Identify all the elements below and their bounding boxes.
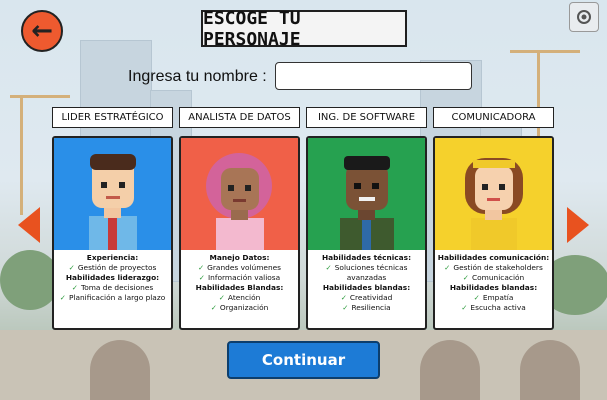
- character-portrait: [181, 138, 298, 250]
- check-icon: ✓: [342, 303, 349, 312]
- info-item: ✓ Creatividad: [308, 293, 425, 303]
- info-text: Habilidades blandas:: [449, 283, 538, 292]
- info-text: Comunicación: [471, 273, 525, 282]
- check-icon: ✓: [218, 293, 225, 302]
- info-heading: Habilidades técnicas:: [308, 253, 425, 263]
- info-text: Organización: [219, 303, 269, 312]
- settings-button[interactable]: [569, 2, 599, 32]
- role-tab-ingeniero[interactable]: ING. DE SOFTWARE: [306, 107, 427, 128]
- info-heading: Manejo Datos:: [181, 253, 298, 263]
- check-icon: ✓: [461, 303, 468, 312]
- info-text: Resiliencia: [351, 303, 391, 312]
- info-item: ✓ Comunicación: [435, 273, 552, 283]
- info-item: ✓ Empatía: [435, 293, 552, 303]
- info-item: ✓ Información valiosa: [181, 273, 298, 283]
- info-text: Habilidades blandas:: [322, 283, 411, 292]
- check-icon: ✓: [68, 263, 75, 272]
- role-tab-analista[interactable]: ANALISTA DE DATOS: [179, 107, 300, 128]
- check-icon: ✓: [59, 293, 66, 302]
- info-text: Gestión de stakeholders: [453, 263, 543, 272]
- character-info: Experiencia: ✓ Gestión de proyectos Habilid…: [54, 250, 171, 328]
- info-item: ✓ Planificación a largo plazo: [54, 293, 171, 303]
- info-heading: Experiencia:: [54, 253, 171, 263]
- info-text: Soluciones técnicas avanzadas: [334, 263, 408, 282]
- info-text: Manejo Datos:: [209, 253, 270, 262]
- info-text: Habilidades Blandas:: [195, 283, 284, 292]
- continue-button[interactable]: Continuar: [227, 341, 380, 379]
- info-text: Grandes volúmenes: [207, 263, 282, 272]
- character-card-ingeniero[interactable]: Habilidades técnicas: ✓ Soluciones técnica…: [306, 136, 427, 330]
- character-card-comunicadora[interactable]: Habilidades comunicación: ✓ Gestión de sta…: [433, 136, 554, 330]
- info-text: Planificación a largo plazo: [68, 293, 166, 302]
- character-card-analista[interactable]: Manejo Datos: ✓ Grandes volúmenes ✓ Informac…: [179, 136, 300, 330]
- character-card-lider[interactable]: Experiencia: ✓ Gestión de proyectos Habilid…: [52, 136, 173, 330]
- info-text: Experiencia:: [86, 253, 139, 262]
- info-heading: Habilidades blandas:: [435, 283, 552, 293]
- prev-character-button[interactable]: [18, 207, 40, 243]
- info-item: ✓ Resiliencia: [308, 303, 425, 313]
- info-item: ✓ Soluciones técnicas avanzadas: [308, 263, 425, 283]
- info-text: Escucha activa: [470, 303, 526, 312]
- info-heading: Habilidades liderazgo:: [54, 273, 171, 283]
- check-icon: ✓: [473, 293, 480, 302]
- info-item: ✓ Escucha activa: [435, 303, 552, 313]
- name-label: Ingresa tu nombre :: [128, 68, 267, 85]
- back-button[interactable]: ←: [21, 10, 63, 52]
- check-icon: ✓: [340, 293, 347, 302]
- info-text: Creatividad: [349, 293, 393, 302]
- check-icon: ✓: [444, 263, 451, 272]
- page-title: ESCOGE TU PERSONAJE: [201, 8, 407, 50]
- role-tab-comunicadora[interactable]: COMUNICADORA: [433, 107, 554, 128]
- check-icon: ✓: [198, 273, 205, 282]
- role-tab-lider[interactable]: LIDER ESTRATÉGICO: [52, 107, 173, 128]
- info-heading: Habilidades comunicación:: [435, 253, 552, 263]
- info-text: Empatía: [482, 293, 514, 302]
- info-text: Habilidades liderazgo:: [65, 273, 160, 282]
- info-item: ✓ Organización: [181, 303, 298, 313]
- info-text: Información valiosa: [207, 273, 281, 282]
- check-icon: ✓: [325, 263, 332, 272]
- character-portrait: [54, 138, 171, 250]
- character-info: Habilidades técnicas: ✓ Soluciones técnica…: [308, 250, 425, 328]
- info-heading: Habilidades blandas:: [308, 283, 425, 293]
- info-item: ✓ Atención: [181, 293, 298, 303]
- settings-icon: [577, 10, 591, 24]
- check-icon: ✓: [210, 303, 217, 312]
- info-item: ✓ Toma de decisiones: [54, 283, 171, 293]
- info-text: Atención: [227, 293, 261, 302]
- check-icon: ✓: [71, 283, 78, 292]
- name-input[interactable]: [275, 62, 472, 90]
- info-text: Habilidades técnicas:: [321, 253, 412, 262]
- info-item: ✓ Gestión de proyectos: [54, 263, 171, 273]
- character-info: Manejo Datos: ✓ Grandes volúmenes ✓ Informac…: [181, 250, 298, 328]
- info-text: Gestión de proyectos: [77, 263, 157, 272]
- character-info: Habilidades comunicación: ✓ Gestión de sta…: [435, 250, 552, 328]
- info-item: ✓ Grandes volúmenes: [181, 263, 298, 273]
- next-character-button[interactable]: [567, 207, 589, 243]
- character-portrait: [435, 138, 552, 250]
- arrow-left-icon: ←: [31, 16, 53, 46]
- info-heading: Habilidades Blandas:: [181, 283, 298, 293]
- check-icon: ✓: [462, 273, 469, 282]
- info-text: Toma de decisiones: [80, 283, 154, 292]
- info-item: ✓ Gestión de stakeholders: [435, 263, 552, 273]
- character-portrait: [308, 138, 425, 250]
- info-text: Habilidades comunicación:: [437, 253, 550, 262]
- check-icon: ✓: [197, 263, 205, 272]
